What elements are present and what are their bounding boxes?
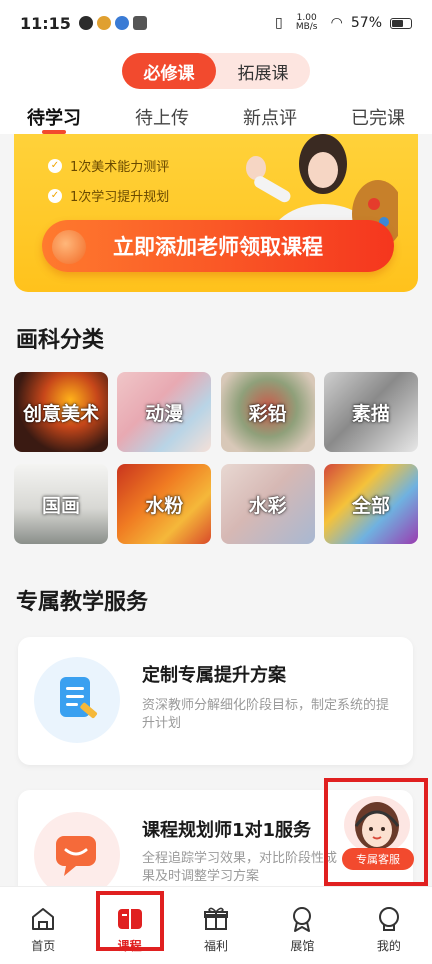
profile-icon [378, 907, 399, 931]
tab-new-review[interactable]: 新点评 [216, 104, 324, 134]
tab-gallery[interactable]: 展馆 [259, 887, 345, 964]
category-creative-art[interactable]: 创意美术 [14, 372, 108, 452]
service-title: 专属教学服务 [16, 590, 149, 615]
course-tab-highlight [96, 891, 164, 951]
document-edit-icon [34, 657, 120, 743]
bottom-tab-bar: 首页 课程 福利 展馆 我的 [0, 886, 432, 964]
app-notification-icon [132, 16, 147, 30]
home-icon [32, 908, 55, 930]
benefit-text: 1次学习提升规划 [70, 190, 170, 205]
tab-to-upload[interactable]: 待上传 [108, 104, 216, 134]
category-all[interactable]: 全部 [323, 464, 418, 544]
tab-label: 首页 [31, 939, 56, 953]
course-header: 必修课 拓展课 待学习 待上传 新点评 已完课 [0, 46, 432, 134]
benefit-line: ✓ 1次美术能力测评 [48, 156, 169, 175]
category-grid: 创意美术 动漫 彩铅 素描 国画 水粉 水彩 全部 [14, 372, 418, 544]
service-card-desc: 资深教师分解细化阶段目标，制定系统的提升计划 [142, 698, 390, 731]
service-card-desc: 全程追踪学习效果，对比阶段性成果及时调整学习方案 [142, 851, 338, 884]
category-colored-pencil[interactable]: 彩铅 [220, 372, 315, 452]
status-time: 11:15 [20, 13, 71, 33]
promo-banner[interactable]: ✓ 1次美术能力测评 ✓ 1次学习提升规划 立即添加老师领取课程 [14, 134, 418, 292]
service-card-plan[interactable]: 定制专属提升方案 资深教师分解细化阶段目标，制定系统的提升计划 [18, 637, 413, 765]
gift-icon [204, 907, 229, 930]
add-teacher-button[interactable]: 立即添加老师领取课程 [42, 220, 394, 272]
wifi-icon: ◠ [330, 15, 343, 31]
tab-welfare[interactable]: 福利 [173, 887, 259, 964]
tab-to-learn[interactable]: 待学习 [0, 104, 108, 134]
course-type-switch: 必修课 拓展课 [122, 53, 310, 89]
battery-text: 57% [350, 15, 382, 31]
service-card-title: 定制专属提升方案 [142, 665, 286, 686]
battery-icon [390, 17, 412, 29]
vibrate-icon: ▯ [274, 15, 283, 31]
category-chinese-painting[interactable]: 国画 [14, 464, 108, 544]
benefit-text: 1次美术能力测评 [70, 160, 170, 175]
segment-required[interactable]: 必修课 [122, 53, 216, 89]
tab-completed[interactable]: 已完课 [324, 104, 432, 134]
app-notification-icon [96, 16, 111, 30]
app-notification-icon [114, 16, 129, 30]
app-notification-icon [78, 16, 93, 30]
category-gouache[interactable]: 水粉 [117, 464, 212, 544]
tab-label: 福利 [204, 939, 229, 953]
tab-home[interactable]: 首页 [0, 887, 86, 964]
category-watercolor[interactable]: 水彩 [220, 464, 315, 544]
net-speed: 1.00 MB/s [295, 13, 318, 32]
tab-label: 我的 [376, 939, 401, 953]
service-avatar-icon [344, 796, 410, 854]
customer-service-label: 专属客服 [342, 848, 414, 870]
tab-mine[interactable]: 我的 [346, 887, 432, 964]
status-tabs: 待学习 待上传 新点评 已完课 [0, 104, 432, 134]
service-card-title: 课程规划师1对1服务 [142, 820, 312, 841]
category-title: 画科分类 [16, 328, 105, 353]
category-sketch[interactable]: 素描 [323, 372, 418, 452]
check-icon: ✓ [48, 158, 62, 173]
medal-icon [293, 907, 312, 932]
customer-service-button[interactable]: 专属客服 [324, 778, 428, 886]
notification-icons [78, 16, 147, 30]
benefit-line: ✓ 1次学习提升规划 [48, 186, 169, 205]
category-anime[interactable]: 动漫 [117, 372, 212, 452]
segment-extended[interactable]: 拓展课 [216, 53, 310, 89]
status-bar: 11:15 ▯ 1.00 MB/s ◠ 57% [0, 0, 432, 46]
check-icon: ✓ [48, 188, 62, 203]
tab-label: 展馆 [290, 939, 315, 953]
